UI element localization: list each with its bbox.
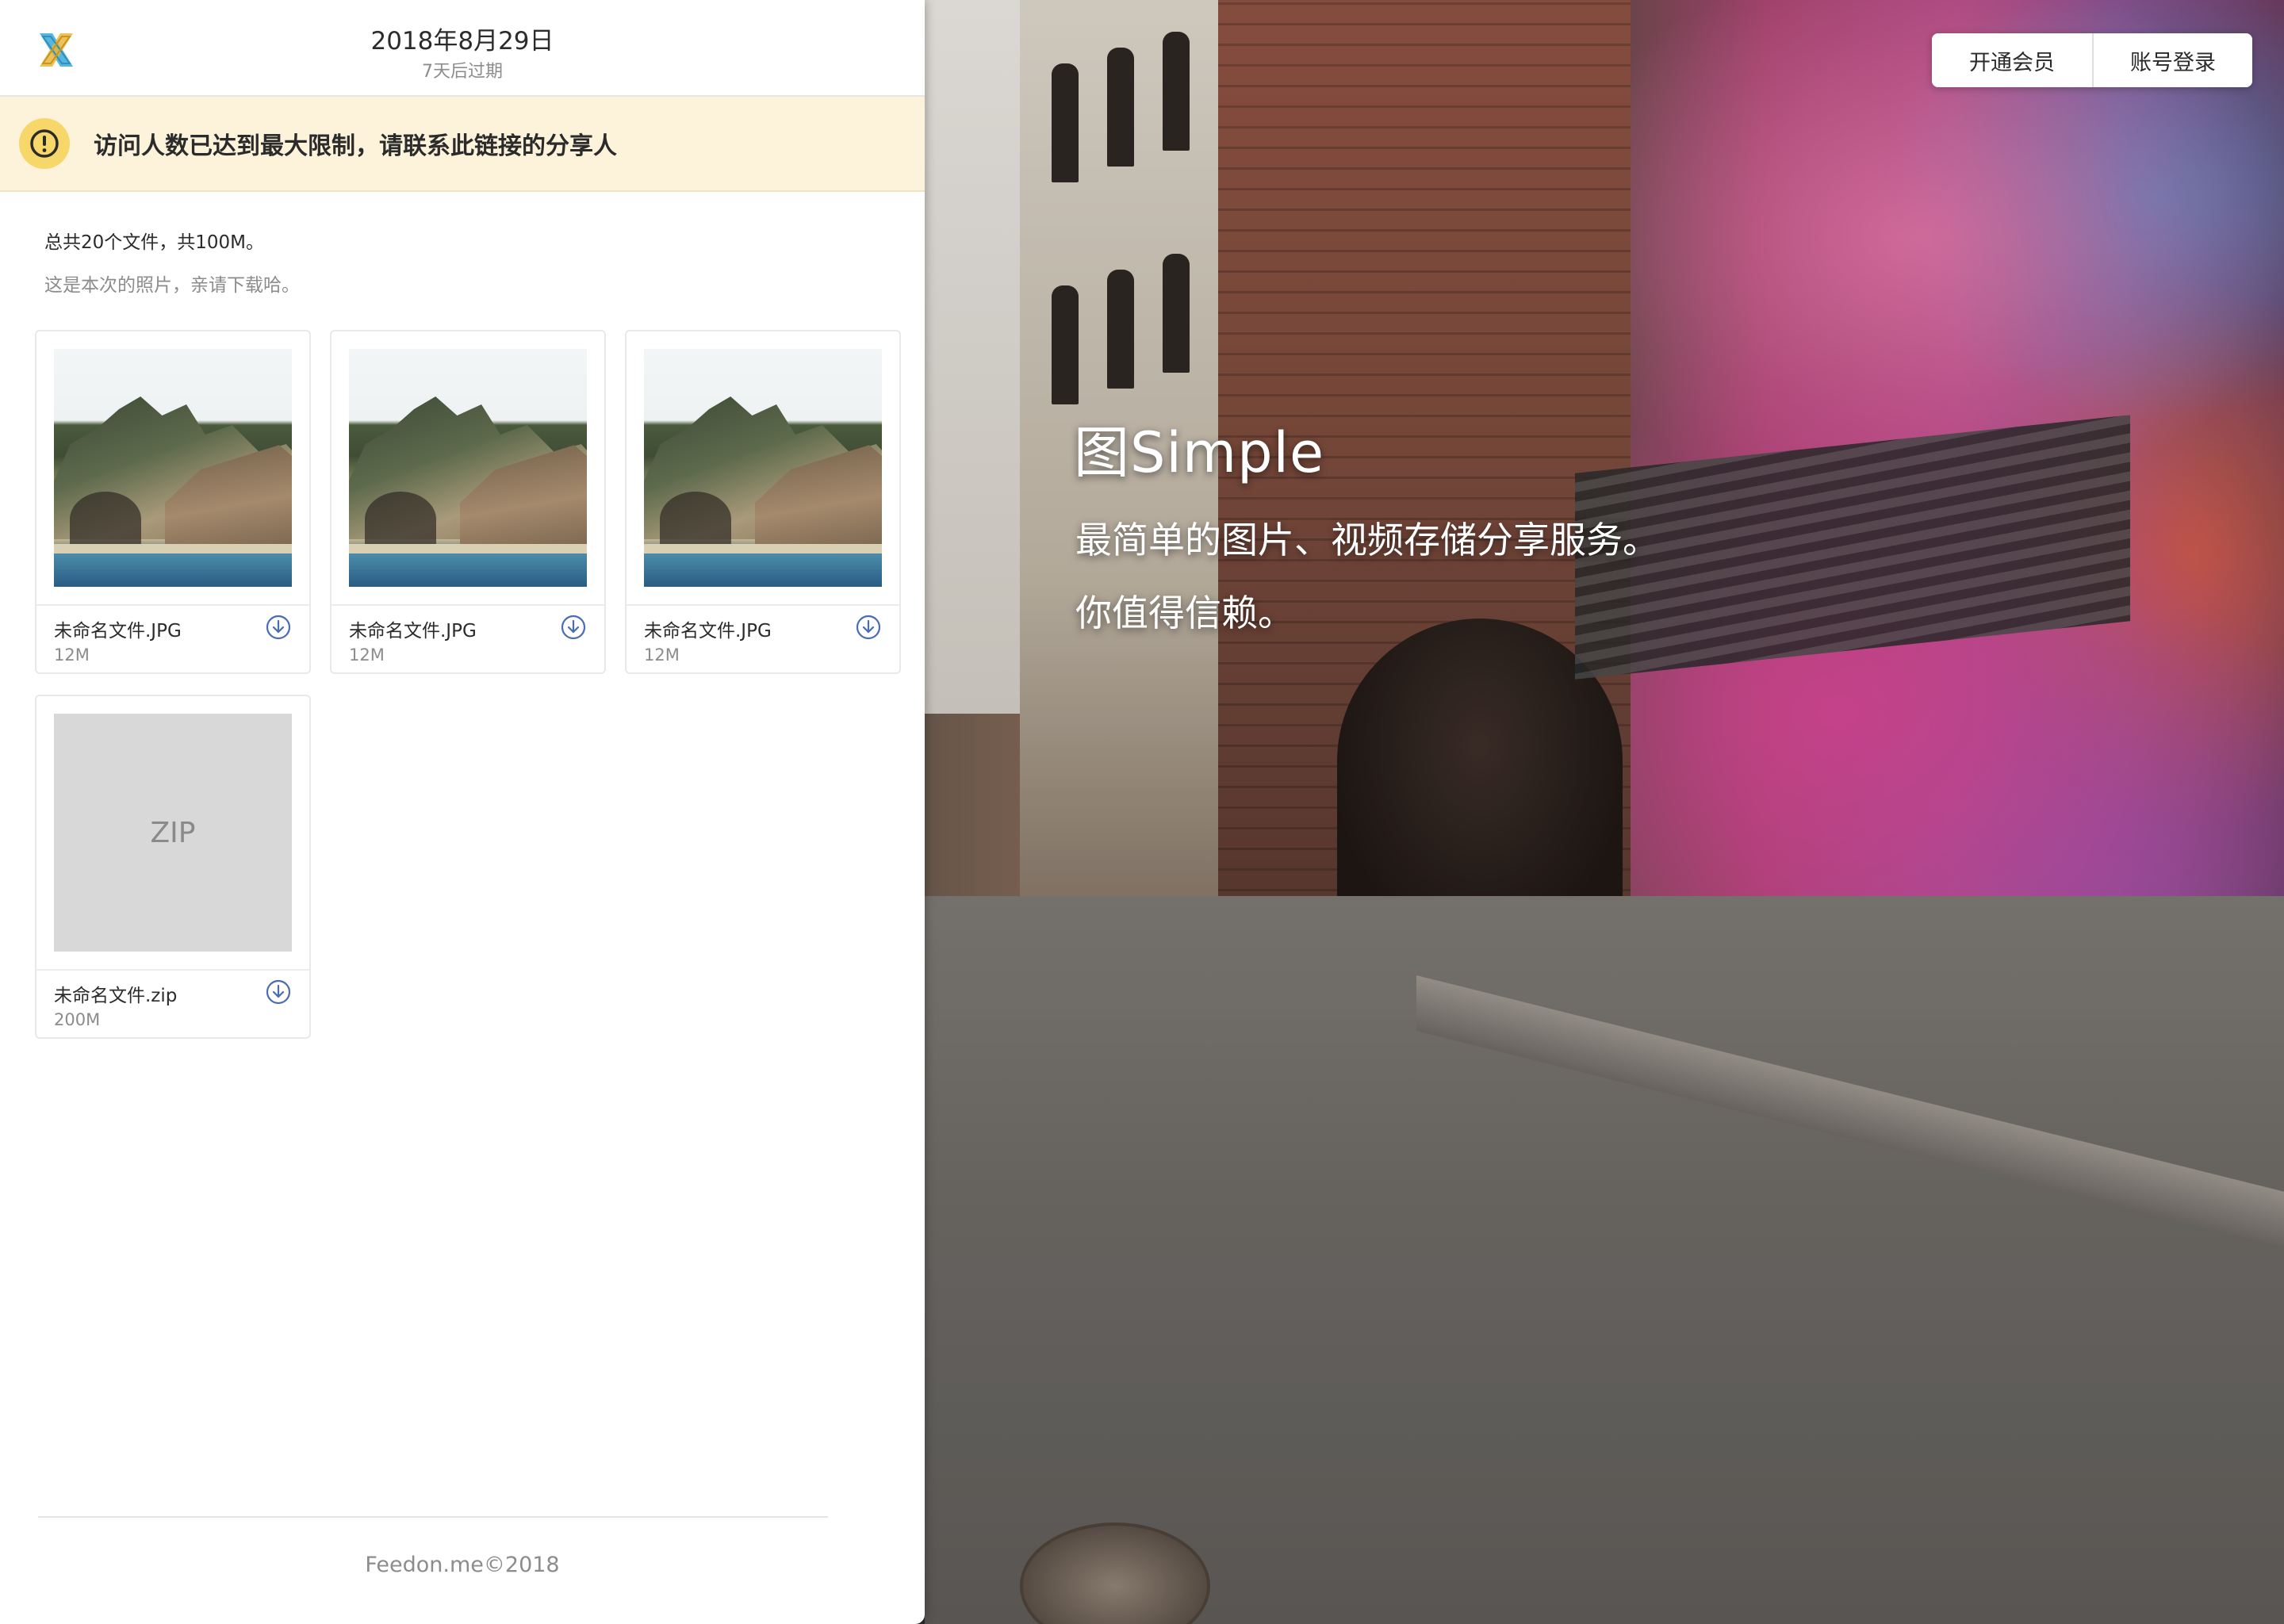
page: 图Simple 最简单的图片、视频存储分享服务。 你值得信赖。 开通会员 账号登… bbox=[0, 0, 2284, 1624]
footer-divider bbox=[38, 1516, 828, 1518]
file-card[interactable]: 未命名文件.JPG 12M bbox=[330, 330, 606, 674]
panel-header: 2018年8月29日 7天后过期 bbox=[0, 0, 925, 97]
hero-subtitle-line: 你值得信赖。 bbox=[1075, 592, 1294, 634]
login-button[interactable]: 账号登录 bbox=[2092, 33, 2252, 87]
limit-alert: 访问人数已达到最大限制，请联系此链接的分享人 bbox=[0, 97, 925, 192]
top-nav: 开通会员 账号登录 bbox=[1932, 33, 2252, 87]
file-size: 12M bbox=[644, 645, 680, 665]
download-circle-icon[interactable] bbox=[560, 614, 587, 641]
share-description: 这是本次的照片，亲请下载哈。 bbox=[44, 275, 300, 296]
photo-thumbnail[interactable] bbox=[54, 349, 292, 587]
file-size: 12M bbox=[349, 645, 385, 665]
photo-thumbnail[interactable] bbox=[349, 349, 587, 587]
file-name: 未命名文件.JPG bbox=[644, 621, 772, 642]
alert-message: 访问人数已达到最大限制，请联系此链接的分享人 bbox=[94, 132, 617, 160]
photo-thumbnail[interactable] bbox=[644, 349, 882, 587]
download-circle-icon[interactable] bbox=[265, 614, 292, 641]
footer-copyright: Feedon.me©2018 bbox=[365, 1553, 560, 1577]
file-size: 200M bbox=[54, 1010, 101, 1029]
expire-note: 7天后过期 bbox=[422, 62, 503, 82]
download-circle-icon[interactable] bbox=[265, 979, 292, 1005]
file-card[interactable]: 未命名文件.JPG 12M bbox=[35, 330, 311, 674]
zip-thumbnail[interactable]: ZIP bbox=[54, 714, 292, 952]
hero-subtitle: 最简单的图片、视频存储分享服务。 你值得信赖。 bbox=[1075, 504, 1789, 649]
membership-button[interactable]: 开通会员 bbox=[1932, 33, 2092, 87]
download-circle-icon[interactable] bbox=[855, 614, 882, 641]
hero-subtitle-line: 最简单的图片、视频存储分享服务。 bbox=[1075, 519, 1659, 561]
file-size: 12M bbox=[54, 645, 90, 665]
share-panel: 2018年8月29日 7天后过期 访问人数已达到最大限制，请联系此链接的分享人 … bbox=[0, 0, 925, 1624]
share-date: 2018年8月29日 bbox=[370, 27, 554, 56]
file-card[interactable]: 未命名文件.JPG 12M bbox=[625, 330, 901, 674]
hero-background: 图Simple 最简单的图片、视频存储分享服务。 你值得信赖。 开通会员 账号登… bbox=[925, 0, 2284, 1624]
file-name: 未命名文件.JPG bbox=[54, 621, 182, 642]
file-name: 未命名文件.zip bbox=[54, 986, 178, 1006]
exclamation-circle-icon bbox=[19, 118, 70, 169]
file-name: 未命名文件.JPG bbox=[349, 621, 477, 642]
file-summary: 总共20个文件，共100M。 bbox=[44, 232, 265, 253]
file-card[interactable]: ZIP 未命名文件.zip 200M bbox=[35, 695, 311, 1039]
hero-title: 图Simple bbox=[1074, 420, 1325, 485]
